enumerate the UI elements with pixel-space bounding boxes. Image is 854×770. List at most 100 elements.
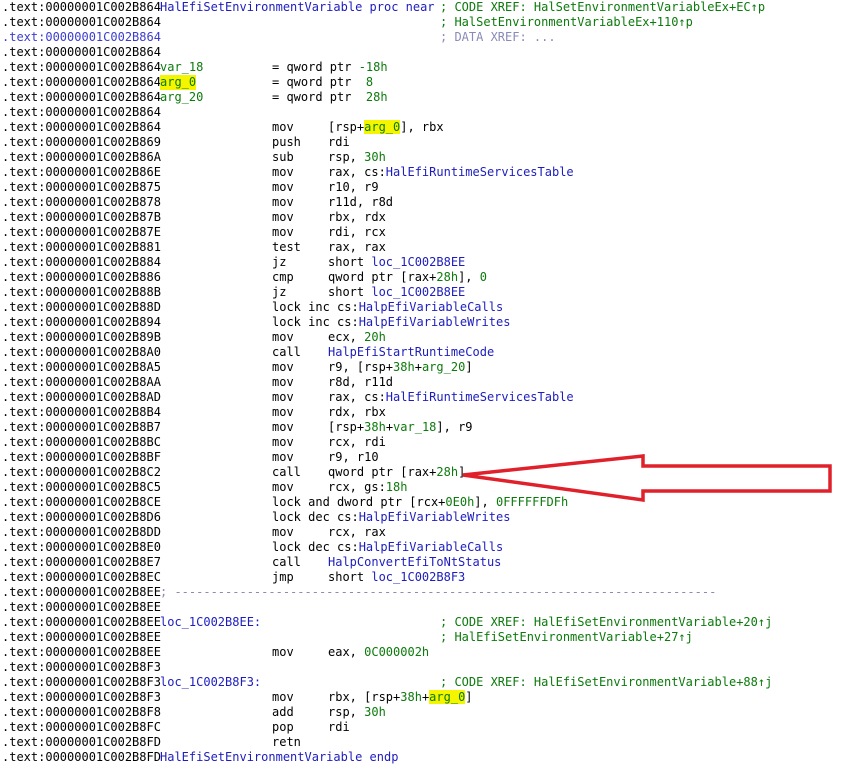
label-name[interactable]: arg_20 [160,90,203,105]
operand-token[interactable]: loc_1C002B8F3 [371,570,465,584]
listing-line[interactable]: .text:00000001C002B864 var_18 = qword ptr … [0,60,854,75]
listing-line[interactable]: .text:00000001C002B8EC jmp short loc_1C002… [0,570,854,585]
listing-line[interactable]: .text:00000001C002B8C2 call qword ptr [rax… [0,465,854,480]
operand-token[interactable]: arg_0 [364,120,401,134]
listing-line[interactable]: .text:00000001C002B881 test rax, rax [0,240,854,255]
listing-line[interactable]: .text:00000001C002B864 [0,45,854,60]
listing-line[interactable]: .text:00000001C002B8AA mov r8d, r11d [0,375,854,390]
address: .text:00000001C002B864 [2,45,161,59]
listing-line[interactable]: .text:00000001C002B864 mov [rsp+arg_0], rb… [0,120,854,135]
listing-line[interactable]: .text:00000001C002B864 arg_0 = qword ptr 8 [0,75,854,90]
mnemonic: mov [272,360,294,374]
mnemonic: mov [272,645,294,659]
operand-token: lock inc cs: [272,300,359,314]
address: .text:00000001C002B89B [2,330,161,344]
listing-line[interactable]: .text:00000001C002B864 ; HalSetEnvironmen… [0,15,854,30]
operand-token: 0E0h [445,495,475,509]
operand-token: rdi, rcx [328,225,386,239]
address: .text:00000001C002B8F3 [2,660,161,674]
listing-line[interactable]: .text:00000001C002B88B jz short loc_1C002B… [0,285,854,300]
listing-line[interactable]: .text:00000001C002B88D lock inc cs:HalpEf… [0,300,854,315]
operands: rdi [328,720,350,735]
operand-token: rax, cs: [328,165,386,179]
listing-line[interactable]: .text:00000001C002B894 lock inc cs:HalpEf… [0,315,854,330]
operands: rax, cs:HalEfiRuntimeServicesTable [328,390,574,405]
listing-line[interactable]: .text:00000001C002B87E mov rdi, rcx [0,225,854,240]
operand-token[interactable]: HalpEfiVariableCalls [359,540,504,554]
listing-line[interactable]: .text:00000001C002B87B mov rbx, rdx [0,210,854,225]
listing-line[interactable]: .text:00000001C002B864 HalEfiSetEnvironme… [0,0,854,15]
operand-token: = qword ptr [272,75,366,89]
listing-line[interactable]: .text:00000001C002B8B4 mov rdx, rbx [0,405,854,420]
operand-token: 0 [479,270,487,284]
mnemonic: push [272,135,301,149]
operand-token[interactable]: HalEfiRuntimeServicesTable [386,165,574,179]
listing-line[interactable]: .text:00000001C002B8FC pop rdi [0,720,854,735]
operand-token[interactable]: HalpEfiVariableCalls [359,300,504,314]
listing-line[interactable]: .text:00000001C002B8F3 mov rbx, [rsp+38h+a… [0,690,854,705]
address: .text:00000001C002B8AA [2,375,161,389]
operand-token: + [414,360,422,374]
listing-line[interactable]: .text:00000001C002B878 mov r11d, r8d [0,195,854,210]
listing-line[interactable]: .text:00000001C002B8EE ; HalEfiSetEnviron… [0,630,854,645]
label-name[interactable]: var_18 [160,60,203,75]
operand-token[interactable]: HalpConvertEfiToNtStatus [328,555,501,569]
listing-line[interactable]: .text:00000001C002B86E mov rax, cs:HalEfiR… [0,165,854,180]
label-name[interactable]: HalEfiSetEnvironmentVariable proc near [160,0,435,15]
operands: rdi, rcx [328,225,386,240]
listing-line[interactable]: .text:00000001C002B8FD HalEfiSetEnvironme… [0,750,854,765]
operand-token[interactable]: HalpEfiStartRuntimeCode [328,345,494,359]
listing-line[interactable]: .text:00000001C002B8EE loc_1C002B8EE: ; CO… [0,615,854,630]
listing-line[interactable]: .text:00000001C002B8E7 call HalpConvertEfi… [0,555,854,570]
listing-line[interactable]: .text:00000001C002B8F3 loc_1C002B8F3: ; CO… [0,675,854,690]
listing-line[interactable]: .text:00000001C002B89B mov ecx, 20h [0,330,854,345]
listing-line[interactable]: .text:00000001C002B8DD mov rcx, rax [0,525,854,540]
listing-line[interactable]: .text:00000001C002B8EE [0,600,854,615]
operand-token[interactable]: HalEfiRuntimeServicesTable [386,390,574,404]
operands: lock inc cs:HalpEfiVariableCalls [272,300,503,315]
listing-line[interactable]: .text:00000001C002B864 [0,105,854,120]
listing-line[interactable]: .text:00000001C002B8BF mov r9, r10 [0,450,854,465]
address: .text:00000001C002B881 [2,240,161,254]
label-name[interactable]: arg_0 [160,75,197,90]
operand-token[interactable]: HalpEfiVariableWrites [359,315,511,329]
label-name[interactable]: HalEfiSetEnvironmentVariable endp [160,750,398,765]
listing-line[interactable]: .text:00000001C002B864 ; DATA XREF: ... [0,30,854,45]
operand-token: 38h [393,360,415,374]
listing-line[interactable]: .text:00000001C002B8AD mov rax, cs:HalEfiR… [0,390,854,405]
listing-line[interactable]: .text:00000001C002B886 cmp qword ptr [rax+… [0,270,854,285]
listing-line[interactable]: .text:00000001C002B8C5 mov rcx, gs:18h [0,480,854,495]
listing-line[interactable]: .text:00000001C002B8A0 call HalpEfiStartRu… [0,345,854,360]
listing-line[interactable]: .text:00000001C002B8D6 lock dec cs:HalpEf… [0,510,854,525]
listing-line[interactable]: .text:00000001C002B869 push rdi [0,135,854,150]
listing-line[interactable]: .text:00000001C002B8B7 mov [rsp+38h+var_18… [0,420,854,435]
listing-line[interactable]: .text:00000001C002B864 arg_20 = qword ptr … [0,90,854,105]
listing-line[interactable]: .text:00000001C002B8BC mov rcx, rdi [0,435,854,450]
listing-line[interactable]: .text:00000001C002B86A sub rsp, 30h [0,150,854,165]
operand-token[interactable]: HalpEfiVariableWrites [359,510,511,524]
listing-line[interactable]: .text:00000001C002B8F8 add rsp, 30h [0,705,854,720]
operand-token: rbx, [rsp+ [328,690,401,704]
label-name[interactable]: loc_1C002B8F3: [160,675,261,690]
label-name[interactable]: loc_1C002B8EE: [160,615,261,630]
listing-line[interactable]: .text:00000001C002B8F3 [0,660,854,675]
address: .text:00000001C002B86A [2,150,161,164]
listing-line[interactable]: .text:00000001C002B8CE lock and dword ptr… [0,495,854,510]
listing-line[interactable]: .text:00000001C002B8EE mov eax, 0C000002h [0,645,854,660]
operand-token[interactable]: loc_1C002B8EE [371,285,465,299]
listing-line[interactable]: .text:00000001C002B8FD retn [0,735,854,750]
operands: = qword ptr 8 [272,75,373,90]
address: .text:00000001C002B886 [2,270,161,284]
operand-token[interactable]: arg_0 [429,690,466,704]
operand-token: rdi [328,720,350,734]
listing-line[interactable]: .text:00000001C002B875 mov r10, r9 [0,180,854,195]
listing-line[interactable]: .text:00000001C002B884 jz short loc_1C002B… [0,255,854,270]
address: .text:00000001C002B8EE [2,630,161,644]
listing-line[interactable]: .text:00000001C002B8EE; ----------------… [0,585,854,600]
address: .text:00000001C002B88D [2,300,161,314]
listing-line[interactable]: .text:00000001C002B8E0 lock dec cs:HalpEf… [0,540,854,555]
listing-line[interactable]: .text:00000001C002B8A5 mov r9, [rsp+38h+ar… [0,360,854,375]
operand-token: qword ptr [rax+ [328,465,437,479]
operand-token[interactable]: loc_1C002B8EE [371,255,465,269]
address: .text:00000001C002B8F3 [2,675,161,689]
